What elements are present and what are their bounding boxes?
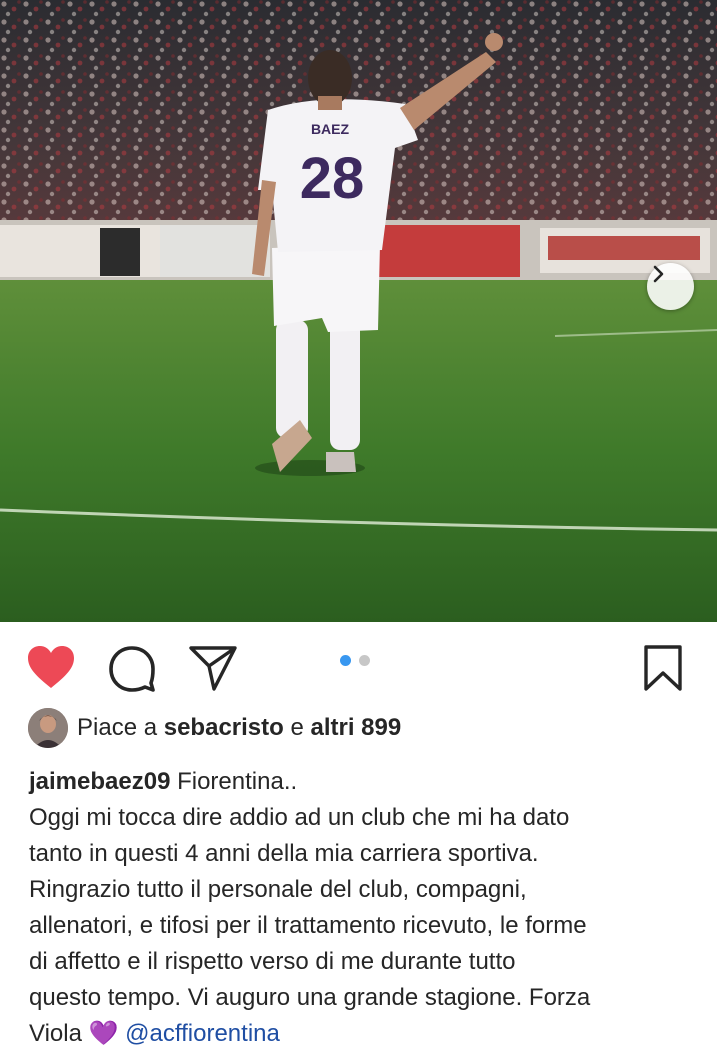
- carousel-indicator: [340, 655, 370, 666]
- bookmark-icon: [644, 645, 682, 691]
- purple-heart-emoji: 💜: [88, 1020, 119, 1047]
- likes-prefix: Piace a: [77, 714, 158, 741]
- caption-line: questo tempo. Vi auguro una grande stagi…: [29, 984, 591, 1011]
- share-button[interactable]: [188, 644, 238, 697]
- save-button[interactable]: [643, 644, 683, 697]
- caption-line: Oggi mi tocca dire addio ad un club che …: [29, 804, 570, 831]
- stadium-scene: BAEZ 28: [0, 0, 717, 622]
- liker-username[interactable]: sebacristo: [164, 714, 284, 741]
- caption-last-line: Viola 💜 @acffiorentina: [29, 1016, 699, 1052]
- caption-last-text: Viola: [29, 1020, 82, 1047]
- caption-line: di affetto e il rispetto verso di me dur…: [29, 948, 516, 975]
- chevron-right-icon: [653, 265, 664, 283]
- likes-middle: e: [290, 714, 304, 741]
- liker-avatar[interactable]: [28, 708, 68, 748]
- action-bar: [0, 622, 717, 714]
- comment-button[interactable]: [108, 645, 156, 698]
- post-photo[interactable]: BAEZ 28: [0, 0, 717, 622]
- caption-username[interactable]: jaimebaez09: [29, 768, 170, 795]
- caption-line: Ringrazio tutto il personale del club, c…: [29, 876, 527, 903]
- caption-first-line: jaimebaez09 Fiorentina..: [29, 764, 699, 800]
- caption-line: allenatori, e tifosi per il trattamento …: [29, 912, 587, 939]
- carousel-dot-1: [340, 655, 351, 666]
- caption-first-text: Fiorentina..: [177, 768, 298, 795]
- likes-text: Piace a sebacristo e altri 899: [77, 714, 401, 742]
- post-caption: jaimebaez09 Fiorentina.. Oggi mi tocca d…: [29, 764, 699, 1052]
- jersey-number: 28: [300, 146, 365, 211]
- carousel-dot-2: [359, 655, 370, 666]
- likes-row[interactable]: Piace a sebacristo e altri 899: [28, 708, 401, 748]
- carousel-next-button[interactable]: [647, 263, 694, 310]
- likes-others-count[interactable]: altri 899: [311, 714, 402, 741]
- heart-filled-icon: [28, 646, 74, 688]
- like-button[interactable]: [26, 644, 76, 695]
- paper-plane-icon: [189, 646, 237, 691]
- jersey-name: BAEZ: [311, 121, 350, 137]
- caption-line: tanto in questi 4 anni della mia carrier…: [29, 840, 539, 867]
- mention-link[interactable]: @acffiorentina: [125, 1020, 280, 1047]
- avatar-icon: [28, 708, 68, 748]
- comment-icon: [109, 646, 155, 692]
